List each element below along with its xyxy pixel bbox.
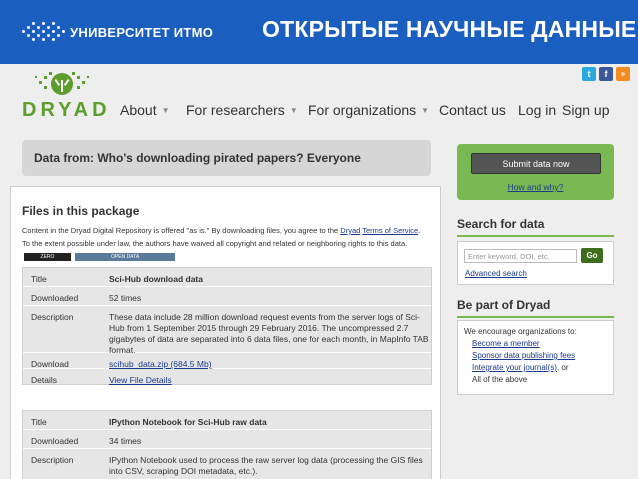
file-title: Sci-Hub download data xyxy=(109,274,203,284)
files-panel: Files in this package Content in the Dry… xyxy=(10,186,441,479)
table-row: Description IPython Notebook used to pro… xyxy=(23,449,431,479)
disclaimer-text-1: Content in the Dryad Digital Repository … xyxy=(22,226,339,235)
downloaded-label: Downloaded xyxy=(31,436,79,446)
nav-for-organizations[interactable]: For organizations ▼ xyxy=(308,102,429,118)
nav-organizations-label: For organizations xyxy=(308,102,417,118)
files-disclaimer: Content in the Dryad Digital Repository … xyxy=(22,224,427,263)
title-label: Title xyxy=(31,417,47,427)
itmo-banner: УНИВЕРСИТЕТ ИТМО ОТКРЫТЫЕ НАУЧНЫЕ ДАННЫЕ xyxy=(0,0,638,64)
itmo-dots-icon xyxy=(22,22,66,42)
or-text: , or xyxy=(556,363,569,372)
nav-about[interactable]: About ▼ xyxy=(120,102,170,118)
dryad-logo-text[interactable]: DRYAD xyxy=(22,99,111,122)
facebook-icon[interactable]: f xyxy=(599,67,613,81)
search-panel: Enter keyword, DOI, etc. Go Advanced sea… xyxy=(457,241,614,285)
title-label: Title xyxy=(31,274,47,284)
download-count: 34 times xyxy=(109,436,142,446)
nav-contact-us[interactable]: Contact us xyxy=(439,102,506,118)
how-and-why-link[interactable]: How and why? xyxy=(457,182,614,192)
file-description: These data include 28 million download r… xyxy=(109,312,429,355)
file-table-ipython: Title IPython Notebook for Sci-Hub raw d… xyxy=(22,410,432,479)
rss-icon[interactable]: ⚬ xyxy=(616,67,630,81)
cc-zero-badge[interactable]: ZERO xyxy=(24,253,71,262)
download-label: Download xyxy=(31,359,69,369)
description-label: Description xyxy=(31,455,74,465)
view-file-details-link[interactable]: View File Details xyxy=(109,375,429,386)
dryad-site: t f ⚬ DRYAD About ▼ For researchers ▼ Fo… xyxy=(0,64,638,479)
banner-title: ОТКРЫТЫЕ НАУЧНЫЕ ДАННЫЕ xyxy=(262,16,637,42)
chevron-down-icon: ▼ xyxy=(289,105,298,115)
table-row: Downloaded 34 times xyxy=(23,430,431,449)
sponsor-fees-link[interactable]: Sponsor data publishing fees xyxy=(472,351,575,360)
terms-of-service-link[interactable]: Terms of Service xyxy=(362,226,418,235)
details-label: Details xyxy=(31,375,57,385)
files-heading: Files in this package xyxy=(22,204,140,218)
go-button[interactable]: Go xyxy=(581,248,603,263)
divider xyxy=(457,316,614,318)
nav-sign-up[interactable]: Sign up xyxy=(562,102,609,118)
nav-researchers-label: For researchers xyxy=(186,102,285,118)
membership-intro: We encourage organizations to: xyxy=(464,327,577,336)
chevron-down-icon: ▼ xyxy=(421,105,430,115)
table-row: Download scihub_data.zip (684.5 Mb) xyxy=(23,353,431,369)
search-input[interactable]: Enter keyword, DOI, etc. xyxy=(464,249,577,263)
nav-about-label: About xyxy=(120,102,157,118)
social-links: t f ⚬ xyxy=(582,67,630,81)
open-data-badge[interactable]: OPEN DATA xyxy=(75,253,176,262)
file-title: IPython Notebook for Sci-Hub raw data xyxy=(109,417,267,427)
chevron-down-icon: ▼ xyxy=(161,105,170,115)
table-row: Downloaded 52 times xyxy=(23,287,431,306)
description-label: Description xyxy=(31,312,74,322)
nav-for-researchers[interactable]: For researchers ▼ xyxy=(186,102,298,118)
become-member-link[interactable]: Become a member xyxy=(472,339,540,348)
submit-data-button[interactable]: Submit data now xyxy=(471,153,601,174)
table-row: Title IPython Notebook for Sci-Hub raw d… xyxy=(23,411,431,430)
itmo-logo: УНИВЕРСИТЕТ ИТМО xyxy=(22,22,213,42)
file-description: IPython Notebook used to process the raw… xyxy=(109,455,423,476)
table-row: Description These data include 28 millio… xyxy=(23,306,431,355)
membership-panel: We encourage organizations to: Become a … xyxy=(457,320,614,395)
table-row: Details View File Details xyxy=(23,369,431,385)
itmo-org-name: УНИВЕРСИТЕТ ИТМО xyxy=(70,24,214,40)
table-row: Title Sci-Hub download data xyxy=(23,268,431,287)
search-for-data-heading: Search for data xyxy=(457,217,545,231)
downloaded-label: Downloaded xyxy=(31,293,79,303)
dataset-title-bar: Data from: Who's downloading pirated pap… xyxy=(22,140,431,176)
nav-log-in[interactable]: Log in xyxy=(518,102,556,118)
file-table-scihub: Title Sci-Hub download data Downloaded 5… xyxy=(22,267,432,385)
divider xyxy=(457,235,614,237)
twitter-icon[interactable]: t xyxy=(582,67,596,81)
dryad-terms-link[interactable]: Dryad xyxy=(340,226,360,235)
all-of-above-text: All of the above xyxy=(472,375,528,384)
integrate-journal-link[interactable]: Integrate your journal(s) xyxy=(472,363,557,372)
download-count: 52 times xyxy=(109,293,142,303)
advanced-search-link[interactable]: Advanced search xyxy=(465,269,527,278)
be-part-of-dryad-heading: Be part of Dryad xyxy=(457,298,551,312)
submit-data-box: Submit data now How and why? xyxy=(457,144,614,200)
